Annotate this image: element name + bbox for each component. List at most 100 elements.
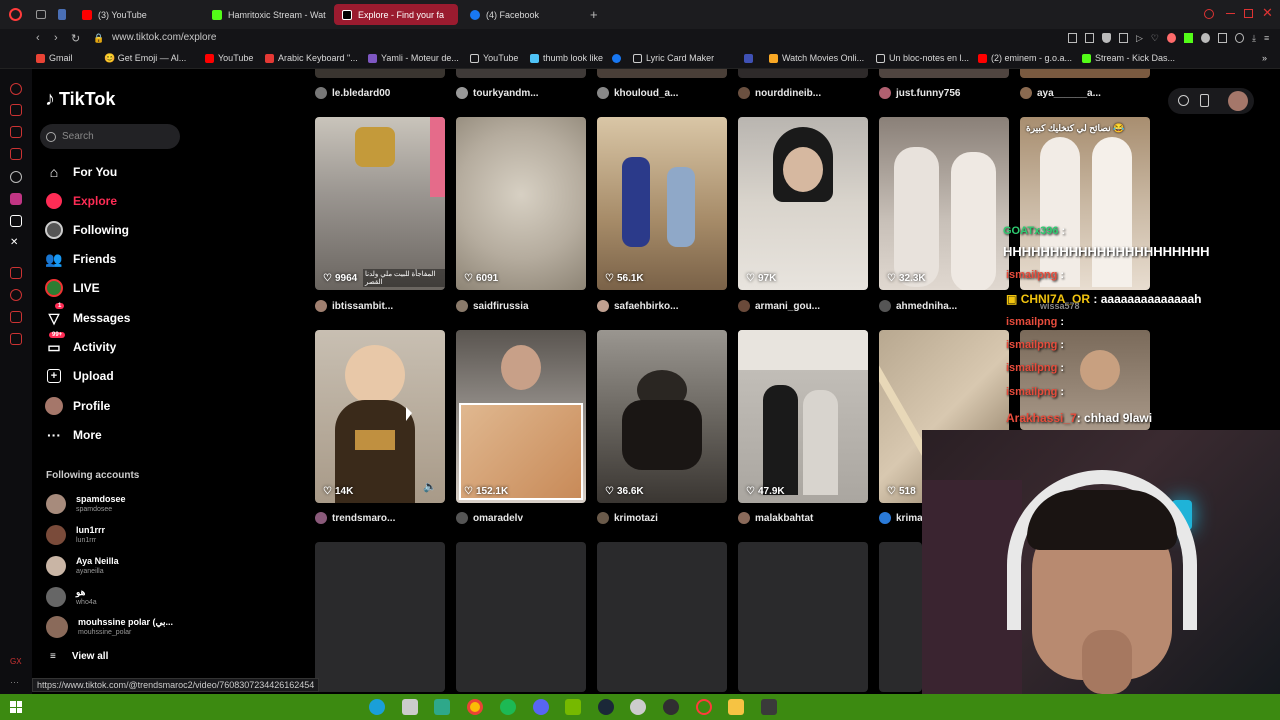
search-tabs-icon[interactable] (1204, 9, 1214, 19)
video-thumbnail[interactable]: 🔈 ♡ 14K (315, 330, 445, 503)
coins-icon[interactable] (1178, 95, 1189, 106)
shield-icon[interactable] (1102, 33, 1111, 43)
opera-logo-icon[interactable] (9, 8, 22, 21)
video-author[interactable]: tourkyandm... (456, 87, 539, 99)
video-thumbnail[interactable]: ♡ 47.9K (738, 330, 868, 503)
forward-icon[interactable]: › (54, 32, 58, 44)
nav-live[interactable]: LIVE (45, 279, 100, 297)
video-thumbnail[interactable]: ♡ 36.6K (597, 330, 727, 503)
tiktok-icon[interactable] (10, 215, 22, 227)
new-tab-button[interactable]: + (590, 7, 598, 22)
video-thumbnail[interactable]: ♡ 6091 (456, 117, 586, 290)
close-window-button[interactable]: ✕ (1262, 5, 1273, 21)
following-account[interactable]: هو who4a (46, 587, 97, 607)
video-author[interactable]: malakbahtat (738, 512, 813, 524)
bookmark-icon[interactable] (1068, 33, 1077, 43)
opera-gx-icon[interactable] (696, 699, 712, 715)
video-author[interactable]: armani_gou... (738, 300, 820, 312)
extension-icon[interactable] (1201, 33, 1210, 43)
nav-profile[interactable]: Profile (45, 397, 110, 415)
nvidia-icon[interactable] (565, 699, 581, 715)
video-author[interactable]: ahmedniha... (879, 300, 957, 312)
video-author[interactable]: ibtissambit... (315, 300, 393, 312)
menu-icon[interactable]: ≡ (1264, 33, 1269, 44)
aria-icon[interactable] (10, 83, 22, 95)
following-account[interactable]: Aya Neilla ayaneilla (46, 556, 119, 576)
bookmarks-overflow-icon[interactable]: » (1262, 53, 1267, 63)
video-author[interactable]: khouloud_a... (597, 87, 678, 99)
video-author[interactable]: safaehbirko... (597, 300, 678, 312)
nav-explore[interactable]: Explore (45, 192, 117, 210)
nav-messages[interactable]: ▽ 1 Messages (45, 303, 130, 327)
extensions-icon[interactable] (10, 333, 22, 345)
bookmark-gmail[interactable]: Gmail (36, 53, 73, 63)
bookmark-youtube[interactable]: YouTube (205, 53, 253, 63)
extension-icon[interactable] (1184, 33, 1193, 43)
bookmark-eminem[interactable]: (2) eminem - g.o.a... (978, 53, 1072, 63)
tab-tiktok-explore[interactable]: Explore - Find your fa (334, 4, 458, 25)
video-author[interactable]: nourddineib... (738, 87, 821, 99)
video-author[interactable]: krimotazi (597, 512, 658, 524)
bookmark-lyric-card[interactable]: Lyric Card Maker (612, 53, 714, 63)
video-thumbnail[interactable]: ♡ 56.1K (597, 117, 727, 290)
video-thumbnail[interactable]: المفاجأة للبيت ملي ولدنا القصر ♡ 9964 (315, 117, 445, 290)
nav-activity[interactable]: ▭ 99+ Activity (45, 332, 116, 356)
video-thumbnail[interactable]: ♡ 32.3K (879, 117, 1009, 290)
download-icon[interactable]: ⤓ (1252, 33, 1256, 44)
puzzle-icon[interactable] (1218, 33, 1227, 43)
chrome-icon[interactable] (467, 699, 483, 715)
following-account[interactable]: lun1rrr lun1rrr (46, 525, 105, 545)
edge-icon[interactable] (369, 699, 385, 715)
instagram-icon[interactable] (10, 193, 22, 205)
tab-youtube[interactable]: (3) YouTube (74, 4, 194, 25)
video-author[interactable]: saidfirussia (456, 300, 529, 312)
calculator-icon[interactable] (434, 699, 450, 715)
bookmark-thumb[interactable]: thumb look like (530, 53, 603, 63)
bookmark-get-emoji[interactable]: 😊 Get Emoji — Al... (104, 53, 186, 64)
translate-icon[interactable] (1119, 33, 1128, 43)
messenger-icon[interactable] (10, 126, 22, 138)
player-icon[interactable] (10, 148, 22, 160)
x-icon[interactable]: ✕ (10, 237, 22, 249)
snapshot-icon[interactable] (1085, 33, 1094, 43)
spotify-icon[interactable] (500, 699, 516, 715)
task-manager-icon[interactable] (761, 699, 777, 715)
video-author[interactable]: trendsmaro... (315, 512, 395, 524)
obs-icon[interactable] (663, 699, 679, 715)
reload-icon[interactable]: ↻ (71, 32, 80, 45)
crypto-wallet-icon[interactable] (10, 104, 22, 116)
bookmark-youtube-2[interactable]: YouTube (470, 53, 518, 63)
url-field[interactable]: www.tiktok.com/explore (112, 32, 216, 43)
maximize-button[interactable] (1244, 9, 1253, 18)
video-thumbnail[interactable]: نصائح لي كتخليك كبيرة 😂 (1020, 117, 1150, 290)
sidebar-more-icon[interactable]: GX (10, 657, 22, 669)
nav-friends[interactable]: 👥 Friends (45, 250, 116, 268)
following-account[interactable]: mouhssine polar (بي... mouhssine_polar (46, 616, 173, 638)
play-icon[interactable]: ▷ (1136, 33, 1143, 44)
tab-overview-icon[interactable] (36, 10, 46, 19)
video-author[interactable]: aya______a... (1020, 87, 1101, 99)
pinned-tab-icon[interactable] (58, 9, 66, 20)
app-icon[interactable] (630, 699, 646, 715)
chatgpt-icon[interactable] (10, 171, 22, 183)
sound-icon[interactable]: 🔈 (423, 480, 437, 493)
file-explorer-icon[interactable] (728, 699, 744, 715)
profile-icon[interactable] (1235, 33, 1244, 43)
bookmark-bloc-notes[interactable]: Un bloc-notes en l... (876, 53, 969, 63)
nav-following[interactable]: Following (45, 221, 129, 239)
minimize-button[interactable] (1226, 13, 1235, 14)
avatar[interactable] (1228, 91, 1248, 111)
video-thumbnail[interactable]: ♡ 152.1K (456, 330, 586, 503)
following-account[interactable]: spamdosee spamdosee (46, 494, 126, 514)
extension-icon[interactable] (1167, 33, 1176, 43)
history-icon[interactable] (10, 289, 22, 301)
video-thumbnail[interactable]: ♡ 97K (738, 117, 868, 290)
pinboard-icon[interactable] (10, 267, 22, 279)
video-author[interactable]: just.funny756 (879, 87, 960, 99)
windows-start-icon[interactable] (10, 701, 22, 713)
device-icon[interactable] (1200, 94, 1209, 107)
video-author[interactable]: le.bledard00 (315, 87, 390, 99)
bookmark-watch-movies[interactable]: Watch Movies Onli... (744, 53, 864, 63)
sidebar-settings-icon[interactable]: ··· (10, 677, 22, 689)
nav-upload[interactable]: + Upload (45, 367, 114, 385)
